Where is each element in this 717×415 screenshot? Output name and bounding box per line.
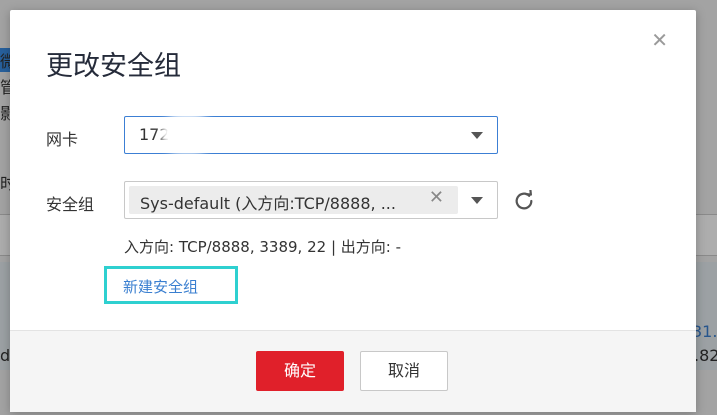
new-security-group-link[interactable]: 新建安全组 xyxy=(123,276,198,297)
chevron-down-icon[interactable] xyxy=(471,197,483,204)
security-group-tag-label: Sys-default (入方向:TCP/8888, ... xyxy=(140,194,396,213)
security-group-tag: Sys-default (入方向:TCP/8888, ... ✕ xyxy=(129,186,458,214)
close-icon[interactable]: ✕ xyxy=(429,187,444,208)
dialog-footer: 确定 取消 xyxy=(10,330,696,412)
nic-label: 网卡 xyxy=(46,130,79,149)
cancel-button[interactable]: 取消 xyxy=(360,351,448,391)
redaction-blur xyxy=(167,120,207,148)
refresh-icon[interactable] xyxy=(513,190,535,212)
security-group-label: 安全组 xyxy=(46,195,95,214)
security-group-rule-summary: 入方向: TCP/8888, 3389, 22 | 出方向: - xyxy=(124,238,402,256)
nic-select[interactable]: 172 .82 xyxy=(124,116,498,154)
dialog-title: 更改安全组 xyxy=(46,51,181,82)
chevron-down-icon[interactable] xyxy=(471,132,483,139)
security-group-select[interactable]: Sys-default (入方向:TCP/8888, ... ✕ xyxy=(124,181,498,219)
close-icon[interactable]: ✕ xyxy=(651,28,668,52)
new-security-group-highlight: 新建安全组 xyxy=(104,266,238,304)
change-security-group-dialog: 更改安全组 ✕ 网卡 172 .82 安全组 Sys-default (入方向:… xyxy=(10,10,696,412)
confirm-button[interactable]: 确定 xyxy=(256,351,344,391)
